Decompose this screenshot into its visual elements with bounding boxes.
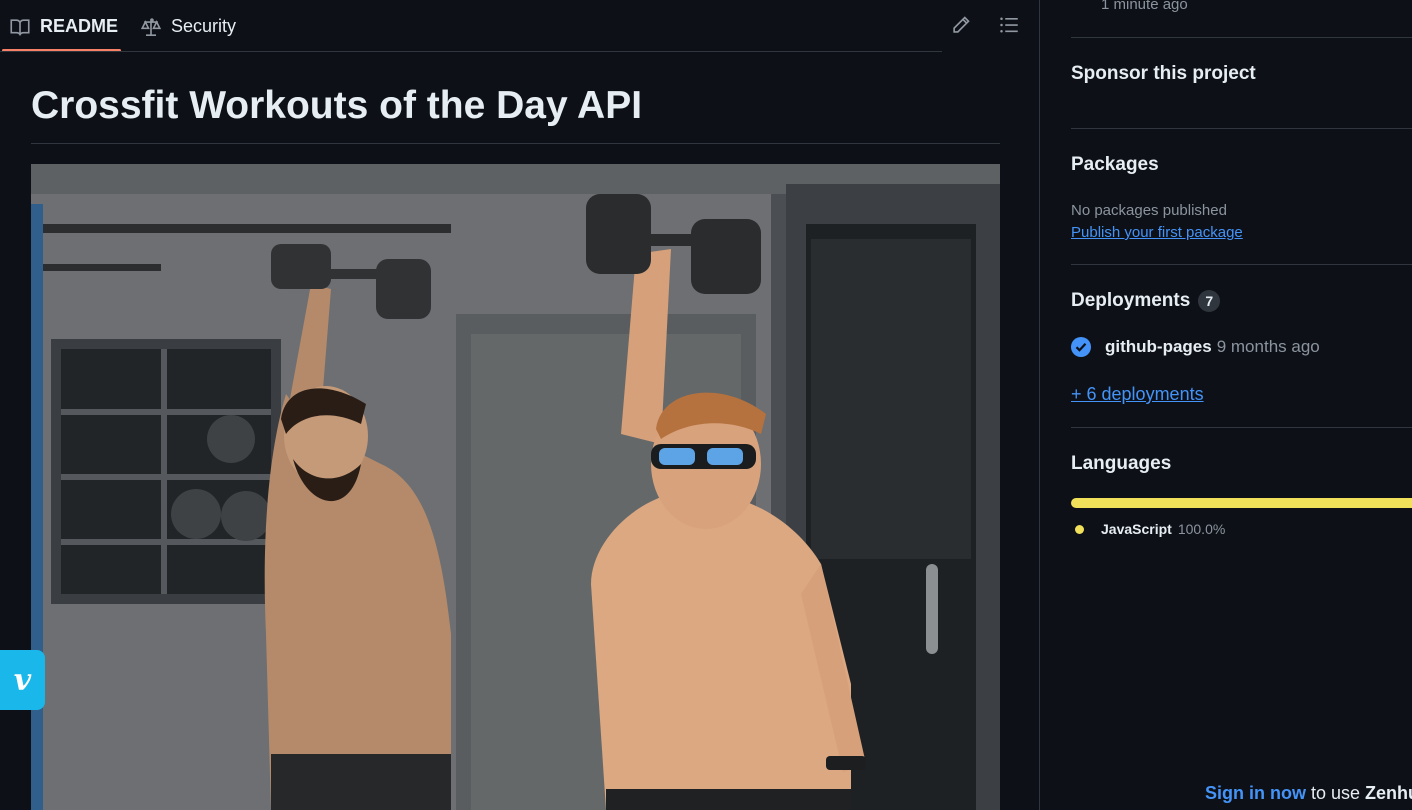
publish-package-link[interactable]: Publish your first package [1071,224,1243,241]
sidebar-divider [1071,427,1412,428]
tab-security-label: Security [171,16,237,36]
readme-tabs: README Security [0,0,1039,53]
language-item[interactable]: JavaScript 100.0% [1075,521,1225,537]
tab-security[interactable]: Security [141,0,236,53]
language-bar [1071,498,1412,508]
edit-readme-button[interactable] [948,12,974,38]
pencil-icon [953,16,970,33]
tabs-divider [0,51,942,52]
zenhub-prompt: Sign in now to use Zenhub [1205,783,1412,804]
vimeo-badge[interactable]: v [0,650,45,710]
deployment-name: github-pages [1105,337,1212,356]
language-color-dot [1075,524,1084,534]
sidebar-divider [1071,37,1412,38]
scale-icon [141,17,161,36]
readme-panel: README Security Crossfit Workouts of the… [0,0,1040,810]
last-updated-time: 1 minute ago [1101,0,1188,13]
vimeo-icon: v [13,662,32,698]
deployments-count-badge: 7 [1198,290,1221,312]
no-packages-text: No packages published [1071,202,1227,219]
sponsor-heading: Sponsor this project [1071,63,1256,84]
readme-title: Crossfit Workouts of the Day API [31,84,643,127]
languages-heading: Languages [1071,453,1172,474]
repo-sidebar: 1 minute ago Sponsor this project Packag… [1041,0,1412,810]
tab-readme[interactable]: README [10,0,118,53]
readme-hero-image [31,164,1000,810]
zenhub-sign-in-link[interactable]: Sign in now [1205,783,1306,803]
sidebar-divider [1071,264,1412,265]
language-name: JavaScript [1101,521,1172,537]
check-circle-icon [1071,337,1091,357]
deployment-item[interactable]: github-pages 9 months ago [1071,337,1320,357]
more-deployments-link[interactable]: + 6 deployments [1071,384,1204,405]
zenhub-brand: Zenhub [1365,783,1412,803]
athletes-photo [31,164,1000,810]
packages-heading[interactable]: Packages [1071,154,1159,176]
book-icon [10,18,30,36]
deployments-heading-label: Deployments [1071,290,1191,312]
outline-button[interactable] [996,12,1022,38]
title-divider [31,143,1000,144]
language-percent: 100.0% [1177,521,1226,537]
deployment-time: 9 months ago [1216,337,1320,356]
list-unordered-icon [1000,17,1018,33]
deployments-heading[interactable]: Deployments 7 [1071,290,1221,312]
zenhub-text: to use [1306,783,1366,803]
sidebar-divider [1071,128,1412,129]
tab-readme-label: README [40,16,119,36]
